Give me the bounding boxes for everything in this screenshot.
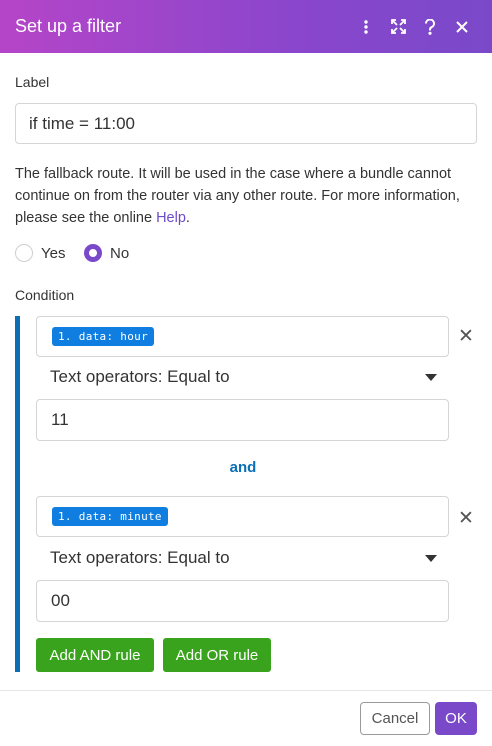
close-icon[interactable]	[446, 11, 478, 43]
radio-checked-icon	[84, 244, 102, 262]
rule-2-value: 00	[51, 591, 70, 610]
rule-1-field-pill[interactable]: 1. data: hour	[52, 327, 154, 346]
radio-unchecked-icon	[15, 244, 33, 262]
fallback-description: The fallback route. It will be used in t…	[15, 163, 480, 229]
add-or-rule-button[interactable]: Add OR rule	[163, 638, 271, 672]
footer-divider	[0, 690, 492, 691]
rule-1-operator-select[interactable]: Text operators: Equal to	[50, 367, 230, 387]
cancel-button[interactable]: Cancel	[360, 702, 430, 735]
help-link[interactable]: Help	[156, 210, 186, 226]
condition-group-bar	[15, 316, 20, 672]
help-icon[interactable]	[414, 11, 446, 43]
add-and-rule-button[interactable]: Add AND rule	[36, 638, 154, 672]
and-joiner: and	[229, 459, 257, 476]
label-input-value: if time = 11:00	[29, 113, 135, 133]
rule-2-field-input[interactable]: 1. data: minute	[36, 496, 449, 537]
expand-icon[interactable]	[382, 11, 414, 43]
label-input[interactable]: if time = 11:00	[15, 103, 477, 144]
rule-1-value-input[interactable]: 11	[36, 399, 449, 441]
rule-2-value-input[interactable]: 00	[36, 580, 449, 622]
condition-label: Condition	[15, 287, 75, 303]
rule-2-operator-select[interactable]: Text operators: Equal to	[50, 548, 230, 568]
label-field-label: Label	[15, 74, 50, 90]
more-vertical-icon[interactable]	[350, 11, 382, 43]
rule-2-dropdown-icon[interactable]	[425, 555, 437, 562]
rule-1-value: 11	[51, 410, 69, 429]
fallback-yes-label: Yes	[41, 244, 66, 262]
header-icons	[350, 0, 478, 53]
fallback-text-end: .	[185, 210, 190, 226]
rule-2-field-pill[interactable]: 1. data: minute	[52, 507, 168, 526]
rule-1-field-input[interactable]: 1. data: hour	[36, 316, 449, 357]
rule-1-remove-icon[interactable]: ✕	[458, 325, 474, 347]
ok-button[interactable]: OK	[435, 702, 477, 735]
dialog-title: Set up a filter	[15, 16, 122, 36]
fallback-yes-radio[interactable]: Yes	[15, 244, 65, 262]
dialog-header: Set up a filter	[0, 0, 492, 53]
fallback-no-radio[interactable]: No	[84, 244, 129, 262]
fallback-text: The fallback route. It will be used in t…	[15, 166, 460, 226]
rule-2-remove-icon[interactable]: ✕	[458, 507, 474, 529]
rule-1-dropdown-icon[interactable]	[425, 374, 437, 381]
fallback-no-label: No	[110, 244, 130, 262]
